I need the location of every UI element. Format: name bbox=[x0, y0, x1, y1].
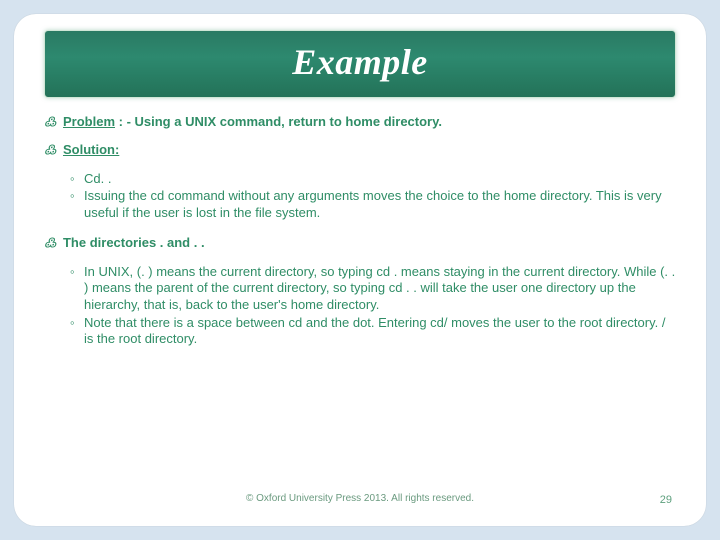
bullet-arrow-icon: ߷ bbox=[44, 235, 56, 250]
list-item: ◦ Cd. . bbox=[70, 171, 676, 188]
list-item: ◦ In UNIX, (. ) means the current direct… bbox=[70, 264, 676, 314]
solution-label: Solution: bbox=[63, 142, 119, 157]
list-item-text: In UNIX, (. ) means the current director… bbox=[84, 264, 676, 314]
ring-bullet-icon: ◦ bbox=[70, 188, 84, 221]
list-item-text: Note that there is a space between cd an… bbox=[84, 315, 676, 348]
problem-line: ߷ Problem : - Using a UNIX command, retu… bbox=[44, 114, 676, 130]
page-number: 29 bbox=[660, 494, 672, 506]
bullet-arrow-icon: ߷ bbox=[44, 142, 56, 157]
title-bar: Example bbox=[44, 30, 676, 98]
list-item: ◦ Note that there is a space between cd … bbox=[70, 315, 676, 348]
slide-title: Example bbox=[45, 41, 675, 83]
slide-content: ߷ Problem : - Using a UNIX command, retu… bbox=[44, 114, 676, 348]
ring-bullet-icon: ◦ bbox=[70, 171, 84, 188]
directories-heading: The directories . and . . bbox=[63, 235, 205, 250]
solution-sublist: ◦ Cd. . ◦ Issuing the cd command without… bbox=[70, 171, 676, 222]
bullet-arrow-icon: ߷ bbox=[44, 114, 56, 129]
problem-text: : - Using a UNIX command, return to home… bbox=[119, 114, 442, 129]
slide-card: Example ߷ Problem : - Using a UNIX comma… bbox=[14, 14, 706, 526]
footer-copyright: © Oxford University Press 2013. All righ… bbox=[14, 493, 706, 504]
list-item: ◦ Issuing the cd command without any arg… bbox=[70, 188, 676, 221]
directories-sublist: ◦ In UNIX, (. ) means the current direct… bbox=[70, 264, 676, 348]
list-item-text: Cd. . bbox=[84, 171, 676, 188]
directories-line: ߷ The directories . and . . bbox=[44, 235, 676, 251]
ring-bullet-icon: ◦ bbox=[70, 315, 84, 348]
problem-label: Problem bbox=[63, 114, 115, 129]
list-item-text: Issuing the cd command without any argum… bbox=[84, 188, 676, 221]
ring-bullet-icon: ◦ bbox=[70, 264, 84, 314]
solution-line: ߷ Solution: bbox=[44, 142, 676, 158]
